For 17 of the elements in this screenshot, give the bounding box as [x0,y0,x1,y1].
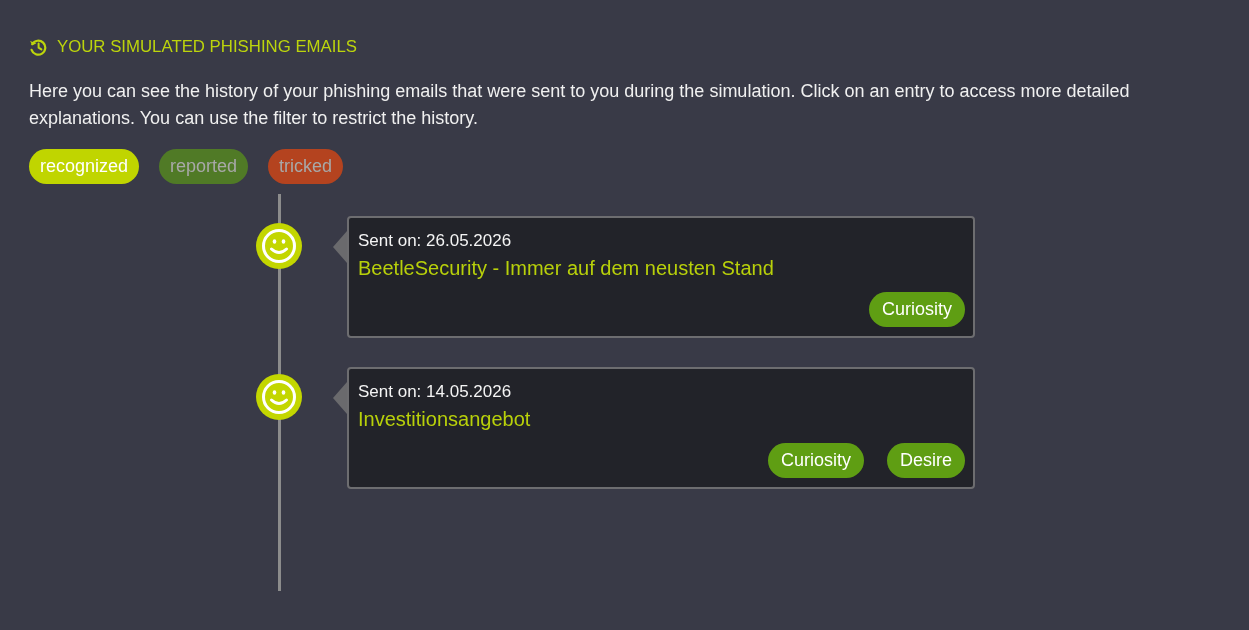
smiley-icon [256,374,302,420]
intro-text: Here you can see the history of your phishing emails that were sent to you during the simulation. Click on an entry to access more detailed explanations. You can use the filter to restrict the history. [29,80,1131,130]
email-card[interactable]: Sent on: 14.05.2026 Investitionsangebot Curiosity Desire [347,367,975,489]
sent-date: Sent on: 26.05.2026 [358,231,512,251]
tag: Desire [887,443,965,478]
filter-chip[interactable]: reported [159,149,249,184]
sent-date: Sent on: 14.05.2026 [358,382,512,402]
filter-chip[interactable]: tricked [268,149,344,184]
smiley-icon [256,223,302,269]
filter-chip[interactable]: recognized [29,149,140,184]
section-title: YOUR SIMULATED PHISHING EMAILS [57,37,357,57]
tag: Curiosity [767,443,864,478]
tag: Curiosity [869,292,965,327]
email-subject: Investitionsangebot [358,407,531,431]
email-subject: BeetleSecurity - Immer auf dem neusten Stand [358,256,774,280]
email-card[interactable]: Sent on: 26.05.2026 BeetleSecurity - Immer auf dem neusten Stand Curiosity [347,216,975,338]
history-icon [29,38,47,56]
